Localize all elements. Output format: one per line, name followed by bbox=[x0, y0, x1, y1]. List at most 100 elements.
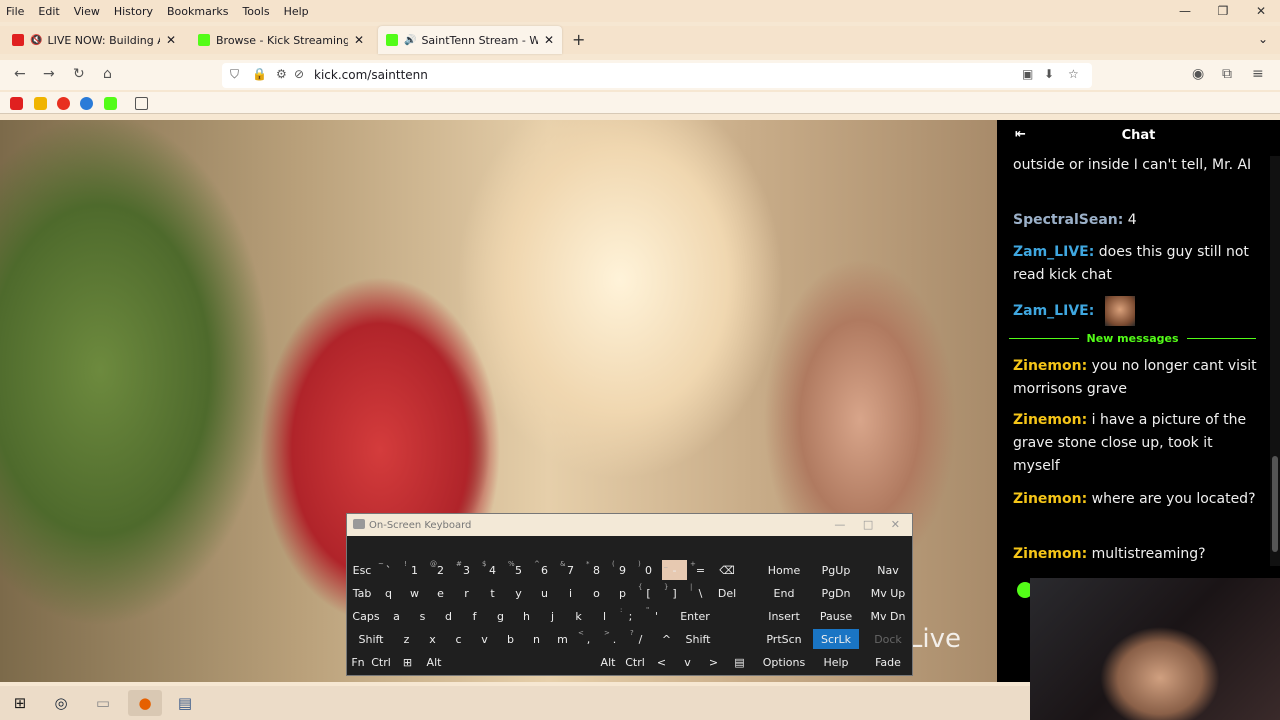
osk-key[interactable]: r bbox=[454, 583, 479, 603]
chat-username[interactable]: Zam_LIVE: bbox=[1013, 244, 1094, 260]
osk-title-bar[interactable]: On-Screen Keyboard — □ ✕ bbox=[347, 514, 912, 536]
save-to-pocket-icon[interactable]: ⬇ bbox=[1044, 67, 1054, 81]
osk-key[interactable]: v bbox=[675, 652, 700, 672]
osk-key[interactable]: Fn bbox=[349, 652, 367, 672]
osk-key-home[interactable]: Home bbox=[761, 560, 807, 580]
osk-key[interactable]: > bbox=[701, 652, 726, 672]
osk-key[interactable]: | \ bbox=[688, 583, 713, 603]
osk-key[interactable]: p bbox=[610, 583, 635, 603]
menu-file[interactable]: File bbox=[0, 5, 32, 18]
bookmark-imdb-icon[interactable] bbox=[34, 97, 47, 110]
osk-key-pause[interactable]: Pause bbox=[813, 606, 859, 626]
tab-youtube-live[interactable]: 🔇 LIVE NOW: Building A Lega ✕ bbox=[4, 26, 184, 54]
osk-key[interactable]: x bbox=[420, 629, 445, 649]
osk-key[interactable]: l bbox=[592, 606, 617, 626]
url-text[interactable]: kick.com/sainttenn bbox=[314, 68, 428, 82]
osk-key-pgdn[interactable]: PgDn bbox=[813, 583, 859, 603]
picture-in-picture-icon[interactable]: ▣ bbox=[1022, 67, 1033, 81]
tab-close-icon[interactable]: ✕ bbox=[354, 33, 364, 47]
osk-key[interactable]: + = bbox=[688, 560, 713, 580]
menu-bookmarks[interactable]: Bookmarks bbox=[161, 5, 236, 18]
osk-key[interactable]: b bbox=[498, 629, 523, 649]
osk-key[interactable]: y bbox=[506, 583, 531, 603]
permissions-icon[interactable]: ⚙ bbox=[276, 67, 287, 81]
extensions-icon[interactable]: ⧉ bbox=[1222, 66, 1232, 82]
address-bar[interactable]: ⛉ 🔒 ⚙ ⊘ kick.com/sainttenn ▣ ⬇ ☆ bbox=[222, 63, 1092, 88]
osk-key-options[interactable]: Options bbox=[761, 652, 807, 672]
list-all-tabs-chevron-icon[interactable]: ⌄ bbox=[1258, 32, 1268, 46]
new-tab-button[interactable]: + bbox=[572, 30, 585, 49]
osk-key-dock[interactable]: Dock bbox=[865, 629, 911, 649]
lock-icon[interactable]: 🔒 bbox=[252, 67, 267, 81]
chat-username[interactable]: Zinemon: bbox=[1013, 546, 1087, 562]
osk-key-scrlk[interactable]: ScrLk bbox=[813, 629, 859, 649]
speaker-icon[interactable]: 🔊 bbox=[404, 35, 416, 46]
back-arrow-icon[interactable]: ← bbox=[14, 66, 26, 82]
osk-key[interactable]: d bbox=[436, 606, 461, 626]
bookmark-youtube-icon[interactable] bbox=[10, 97, 23, 110]
autoplay-blocked-icon[interactable]: ⊘ bbox=[294, 67, 304, 81]
menu-edit[interactable]: Edit bbox=[32, 5, 67, 18]
firefox-icon[interactable]: ● bbox=[128, 690, 162, 716]
shield-icon[interactable]: ⛉ bbox=[230, 67, 239, 82]
osk-key[interactable]: (9 bbox=[610, 560, 635, 580]
osk-key[interactable]: Enter bbox=[670, 606, 720, 626]
chat-username[interactable]: Zinemon: bbox=[1013, 412, 1087, 428]
osk-key[interactable]: e bbox=[428, 583, 453, 603]
osk-close-icon[interactable]: — □ ✕ bbox=[834, 518, 900, 531]
osk-key[interactable]: Shift bbox=[349, 629, 393, 649]
osk-key[interactable]: & 7 bbox=[558, 560, 583, 580]
osk-key[interactable]: v bbox=[472, 629, 497, 649]
osk-key[interactable]: Caps bbox=[349, 606, 383, 626]
file-explorer-icon[interactable]: ▭ bbox=[92, 692, 114, 714]
bookmark-folder-icon[interactable] bbox=[135, 97, 148, 110]
bookmark-globe-icon[interactable] bbox=[80, 97, 93, 110]
osk-key[interactable]: u bbox=[532, 583, 557, 603]
osk-key[interactable]: % 5 bbox=[506, 560, 531, 580]
windows-icon[interactable]: ⊞ bbox=[9, 692, 31, 714]
osk-key[interactable]: Shift bbox=[680, 629, 716, 649]
menu-history[interactable]: History bbox=[108, 5, 161, 18]
menu-tools[interactable]: Tools bbox=[236, 5, 277, 18]
osk-key[interactable]: i bbox=[558, 583, 583, 603]
osk-key[interactable]: ^ bbox=[654, 629, 679, 649]
osk-key[interactable]: Del bbox=[714, 583, 740, 603]
menu-view[interactable]: View bbox=[68, 5, 108, 18]
osk-key[interactable]: n bbox=[524, 629, 549, 649]
close-button[interactable]: ✕ bbox=[1242, 0, 1280, 22]
osk-key[interactable]: ! 1 bbox=[402, 560, 427, 580]
osk-key-insert[interactable]: Insert bbox=[761, 606, 807, 626]
bookmark-kick-icon[interactable] bbox=[104, 97, 117, 110]
monitor-app-icon[interactable]: ▤ bbox=[174, 692, 196, 714]
reload-icon[interactable]: ↻ bbox=[73, 66, 85, 82]
osk-key[interactable]: o bbox=[584, 583, 609, 603]
osk-key[interactable]: ▤ bbox=[727, 652, 752, 672]
osk-key[interactable]: m bbox=[550, 629, 575, 649]
osk-key[interactable]: }] bbox=[662, 583, 687, 603]
osk-key[interactable]: Alt bbox=[595, 652, 621, 672]
osk-key[interactable]: #3 bbox=[454, 560, 479, 580]
muted-speaker-icon[interactable]: 🔇 bbox=[30, 35, 42, 46]
osk-key-prtscn[interactable]: PrtScn bbox=[761, 629, 807, 649]
account-icon[interactable]: ◉ bbox=[1192, 66, 1204, 82]
osk-key[interactable]: Ctrl bbox=[622, 652, 648, 672]
osk-key[interactable]: w bbox=[402, 583, 427, 603]
app-menu-icon[interactable]: ≡ bbox=[1252, 66, 1264, 82]
osk-key[interactable]: j bbox=[540, 606, 565, 626]
chat-username[interactable]: Zam_LIVE: bbox=[1013, 303, 1094, 319]
osk-key[interactable]: k bbox=[566, 606, 591, 626]
osk-key-end[interactable]: End bbox=[761, 583, 807, 603]
osk-key[interactable]: Ctrl bbox=[368, 652, 394, 672]
menu-help[interactable]: Help bbox=[278, 5, 317, 18]
osk-key[interactable]: * 8 bbox=[584, 560, 609, 580]
home-icon[interactable]: ⌂ bbox=[103, 66, 112, 82]
osk-key[interactable]: Alt bbox=[421, 652, 447, 672]
osk-key[interactable]: z bbox=[394, 629, 419, 649]
osk-key[interactable]: q bbox=[376, 583, 401, 603]
bookmark-tomato-icon[interactable] bbox=[57, 97, 70, 110]
forward-arrow-icon[interactable]: → bbox=[43, 66, 55, 82]
osk-key[interactable]: a bbox=[384, 606, 409, 626]
osk-key[interactable]: " ' bbox=[644, 606, 669, 626]
chat-username[interactable]: Zinemon: bbox=[1013, 358, 1087, 374]
osk-key[interactable]: f bbox=[462, 606, 487, 626]
